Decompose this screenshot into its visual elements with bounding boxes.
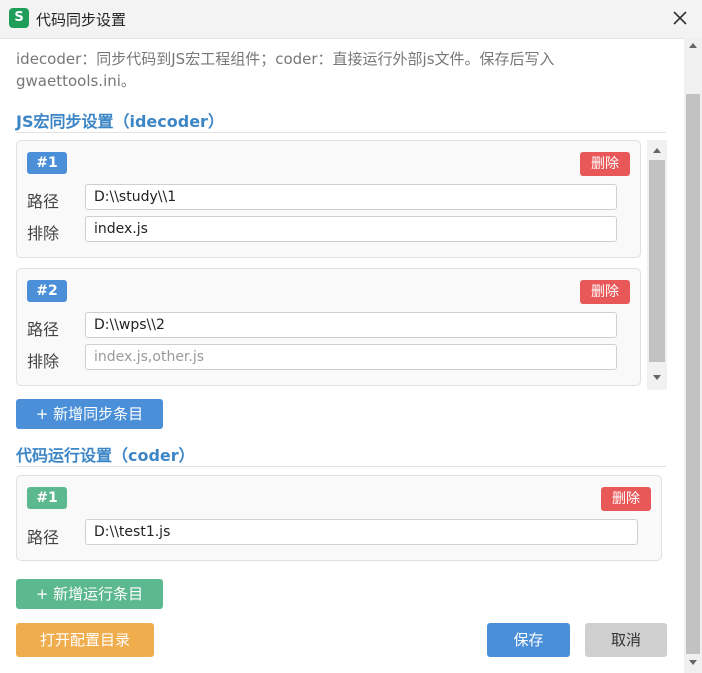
sync-entry-card: #2 删除 路径 D:\\wps\\2 排除 index.js,other.js [16,268,641,386]
entry-number-badge: #1 [27,487,67,509]
sync-list-scrollbar[interactable] [647,140,667,390]
window-scrollbar[interactable] [684,38,702,673]
window-scrollbar-thumb[interactable] [686,94,700,654]
open-config-dir-button[interactable]: 打开配置目录 [16,623,154,657]
description-text: idecoder：同步代码到JS宏工程组件；coder：直接运行外部js文件。保… [16,50,555,90]
exclude-input[interactable]: index.js [85,216,617,242]
add-run-entry-button[interactable]: + 新增运行条目 [16,579,163,609]
exclude-input[interactable]: index.js,other.js [85,344,617,370]
exclude-label: 排除 [27,352,60,371]
sync-section-title: JS宏同步设置（idecoder） [16,112,224,131]
path-label: 路径 [27,320,60,339]
sync-entry-card: #1 删除 路径 D:\\study\\1 排除 index.js [16,140,641,258]
delete-entry-button[interactable]: 删除 [601,487,651,511]
add-sync-entry-button[interactable]: + 新增同步条目 [16,399,163,429]
path-label: 路径 [27,192,60,211]
list-scroll-up-arrow-icon[interactable] [653,148,661,153]
run-entry-card: #1 删除 路径 D:\\test1.js [16,475,662,561]
cancel-button[interactable]: 取消 [585,623,667,657]
app-logo-icon: S [9,8,29,28]
run-section-divider [16,466,666,467]
delete-entry-button[interactable]: 删除 [580,152,630,176]
save-button[interactable]: 保存 [487,623,570,657]
run-section-title: 代码运行设置（coder） [16,446,195,465]
title-bar: S 代码同步设置 [0,0,702,39]
scroll-up-arrow-icon[interactable] [689,43,697,48]
path-input[interactable]: D:\\wps\\2 [85,312,617,338]
path-input[interactable]: D:\\study\\1 [85,184,617,210]
list-scroll-down-arrow-icon[interactable] [653,375,661,380]
sync-section-divider [16,132,666,133]
sync-entries-list: #1 删除 路径 D:\\study\\1 排除 index.js #2 删除 … [16,140,666,390]
scroll-down-arrow-icon[interactable] [689,660,697,665]
entry-number-badge: #1 [27,152,67,174]
window-title: 代码同步设置 [36,11,127,29]
entry-number-badge: #2 [27,280,67,302]
path-label: 路径 [27,528,60,547]
sync-list-scrollbar-thumb[interactable] [649,160,665,362]
close-icon[interactable] [668,6,692,30]
path-input[interactable]: D:\\test1.js [85,519,638,545]
delete-entry-button[interactable]: 删除 [580,280,630,304]
exclude-label: 排除 [27,224,60,243]
